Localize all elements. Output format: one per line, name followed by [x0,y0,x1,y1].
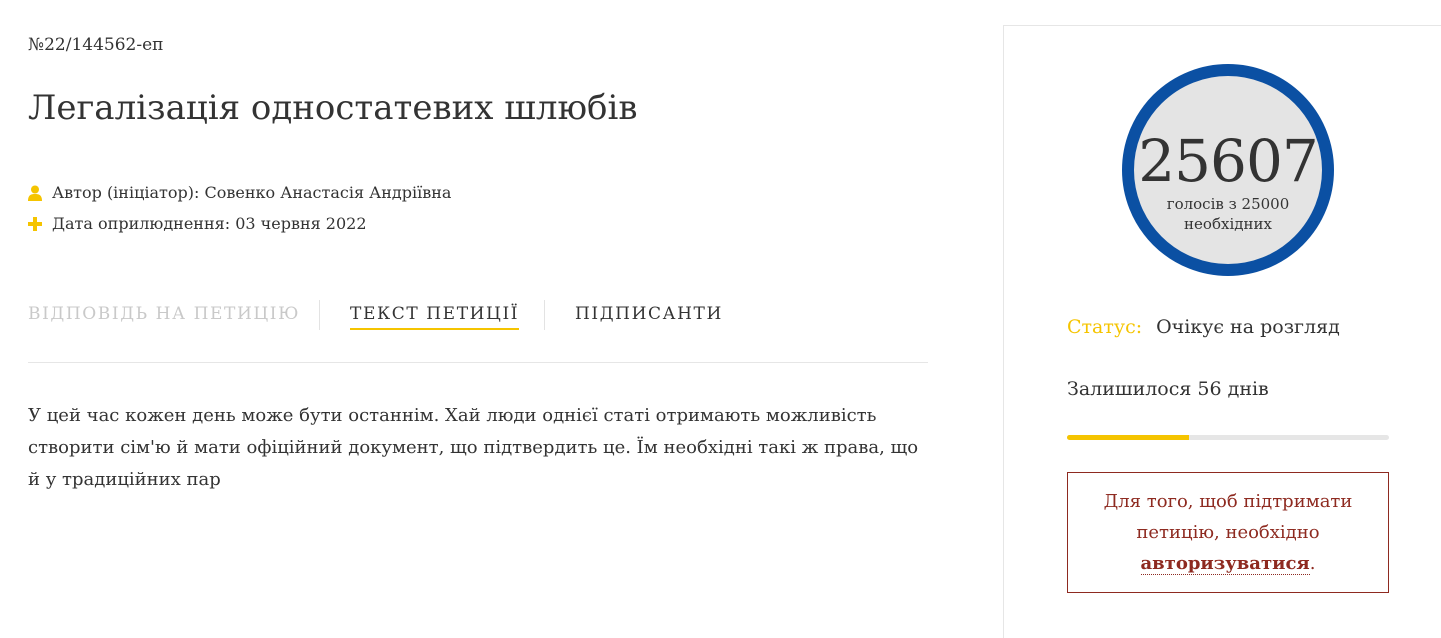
auth-text-end: . [1309,553,1316,574]
petition-sidebar: 25607 голосів з 25000 необхідних Статус:… [1003,25,1441,638]
user-icon [28,185,42,201]
petition-text: У цей час кожен день може бути останнім.… [28,405,919,490]
author-row: Автор (ініціатор): Совенко Анастасія Анд… [28,183,451,202]
author-label: Автор (ініціатор): [52,183,200,202]
tab-divider [544,300,545,330]
tab-text[interactable]: Текст петиції [350,304,520,330]
progress-bar [1067,435,1389,440]
petition-number: №22/144562-еп [28,35,164,55]
status-row: Статус: Очікує на розгляд [1067,316,1340,338]
status-value: Очікує на розгляд [1156,316,1340,338]
petition-main: №22/144562-еп Легалізація одностатевих ш… [28,0,928,638]
status-label: Статус: [1067,316,1143,338]
petition-title: Легалізація одностатевих шлюбів [28,88,638,128]
tab-divider [319,300,320,330]
date-value: 03 червня 2022 [235,214,367,233]
votes-counter: 25607 голосів з 25000 необхідних [1122,64,1334,276]
plus-icon [28,216,42,231]
votes-caption: голосів з 25000 необхідних [1166,195,1290,233]
petition-tabs: Відповідь на петицію Текст петиції Підпи… [28,298,928,363]
author-name: Совенко Анастасія Андріївна [204,183,452,202]
tab-answer[interactable]: Відповідь на петицію [28,304,300,328]
progress-fill [1067,435,1190,440]
login-link[interactable]: авторизуватися [1140,553,1310,575]
auth-text: Для того, щоб підтримати петицію, необхі… [1103,491,1353,543]
auth-notice: Для того, щоб підтримати петицію, необхі… [1067,472,1389,593]
date-label: Дата оприлюднення: [52,214,231,233]
date-row: Дата оприлюднення: 03 червня 2022 [28,214,367,233]
days-left: Залишилося 56 днів [1067,378,1269,400]
votes-count: 25607 [1138,127,1319,195]
tab-signers[interactable]: Підписанти [575,304,723,328]
